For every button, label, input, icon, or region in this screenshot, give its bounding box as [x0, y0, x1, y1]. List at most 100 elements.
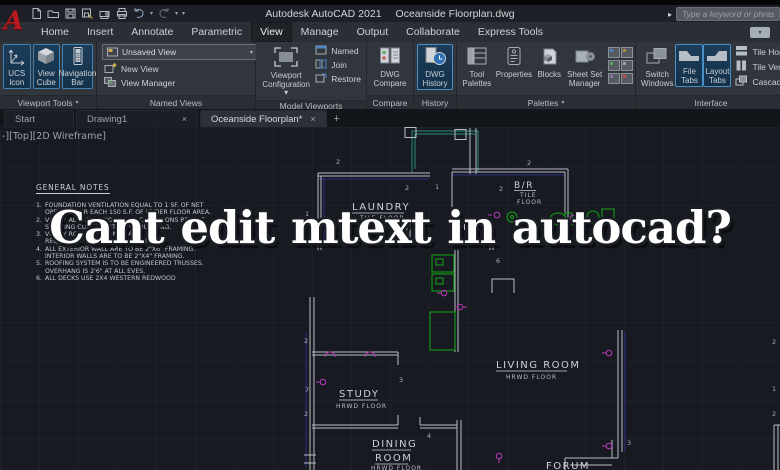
redo-caret-icon[interactable]: ▾ [175, 11, 178, 17]
tab-view[interactable]: View [251, 22, 292, 42]
dwg-history-button[interactable]: DWG History [417, 44, 453, 90]
room-label-living: LIVING ROOM [496, 360, 581, 371]
palette-mini-icon[interactable] [621, 60, 633, 71]
ribbon: UCS Icon View Cube Navigation Bar Viewpo… [0, 42, 780, 109]
close-icon[interactable]: × [182, 114, 187, 124]
blocks-button[interactable]: Blocks [534, 44, 564, 82]
drawing-canvas[interactable]: -][Top][2D Wireframe] [0, 127, 780, 470]
file-tabs-icon [677, 46, 701, 68]
switch-windows-button[interactable]: Switch Windows [639, 44, 675, 90]
tab-parametric[interactable]: Parametric [182, 22, 251, 42]
panel-label-compare[interactable]: Compare [367, 95, 413, 109]
named-viewports-button[interactable]: Named [313, 44, 363, 58]
panel-label-model-viewports[interactable]: Model Viewports [256, 100, 366, 109]
view-dropdown[interactable]: Unsaved View ▾ [102, 44, 258, 60]
file-tab-oceanside-floorplan[interactable]: Oceanside Floorplan* × [200, 110, 327, 127]
tab-express-tools[interactable]: Express Tools [469, 22, 552, 42]
new-file-icon[interactable] [30, 7, 43, 20]
palette-mini-icon[interactable] [608, 60, 620, 71]
panel-label-interface[interactable]: Interface [636, 95, 780, 109]
svg-text:TILE: TILE [519, 192, 537, 199]
svg-text:HRWD FLOOR: HRWD FLOOR [371, 465, 422, 470]
search-arrow-icon[interactable]: ▸ [668, 10, 672, 19]
layout-tabs-button[interactable]: Layout Tabs [703, 44, 731, 87]
svg-text:2: 2 [405, 184, 409, 192]
tool-palettes-icon [466, 46, 488, 71]
room-label-forum: FORUM [546, 461, 590, 470]
tab-home[interactable]: Home [32, 22, 78, 42]
file-tabs-button[interactable]: File Tabs [675, 44, 703, 87]
caret-down-icon: ▾ [75, 99, 78, 106]
dwg-compare-button[interactable]: DWG Compare [370, 44, 410, 90]
undo-caret-icon[interactable]: ▾ [150, 11, 153, 17]
new-view-button[interactable]: New View [102, 62, 161, 76]
save-as-icon[interactable] [81, 7, 94, 20]
ribbon-display-toggle-icon[interactable]: ▾ [750, 27, 770, 38]
note-item: 5.ROOFING SYSTEM IS TO BE ENGINEERED TRU… [36, 260, 316, 275]
ucs-icon-button[interactable]: UCS Icon [3, 44, 31, 89]
svg-text:2: 2 [772, 338, 776, 346]
dwg-history-icon [423, 46, 447, 71]
palette-mini-icon[interactable] [621, 47, 633, 58]
tab-manage[interactable]: Manage [292, 22, 348, 42]
restore-viewports-button[interactable]: Restore [313, 72, 363, 86]
viewport-configuration-button[interactable]: Viewport Configuration ▾ [259, 44, 313, 100]
title-bar: A ▾ ▾ ▾ Autodesk AutoCAD 2021 Oceanside … [0, 5, 780, 22]
properties-button[interactable]: Properties [494, 44, 534, 82]
file-tab-start[interactable]: Start [4, 110, 74, 127]
tool-palettes-button[interactable]: Tool Palettes [460, 44, 494, 90]
panel-label-palettes[interactable]: Palettes▾ [457, 95, 635, 109]
open-file-icon[interactable] [47, 7, 60, 20]
qat-customize-caret-icon[interactable]: ▾ [182, 11, 185, 17]
undo-icon[interactable] [132, 7, 146, 20]
svg-text:2: 2 [304, 410, 308, 418]
join-viewports-button[interactable]: Join [313, 58, 363, 72]
view-cube-button[interactable]: View Cube [33, 44, 61, 89]
tile-vertically-button[interactable]: Tile Vert [735, 59, 780, 74]
panel-label-viewport-tools[interactable]: Viewport Tools▾ [0, 95, 96, 109]
autocad-window: A ▾ ▾ ▾ Autodesk AutoCAD 2021 Oceanside … [0, 0, 780, 470]
help-search-input[interactable] [676, 7, 780, 21]
tile-horizontally-button[interactable]: Tile Hori [735, 44, 780, 59]
palette-mini-icon[interactable] [608, 73, 620, 84]
tab-collaborate[interactable]: Collaborate [397, 22, 469, 42]
room-label-dining: DINING [372, 439, 417, 450]
panel-named-views: Unsaved View ▾ New View View Manager Nam… [97, 42, 256, 109]
quick-access-toolbar: ▾ ▾ ▾ [30, 7, 185, 20]
ucs-axes-icon [6, 46, 28, 70]
tab-output[interactable]: Output [348, 22, 398, 42]
svg-text:2: 2 [527, 159, 531, 167]
save-icon[interactable] [64, 7, 77, 20]
caret-down-icon: ▾ [561, 99, 564, 106]
cascade-button[interactable]: Cascade [735, 74, 780, 89]
redo-icon[interactable] [157, 7, 171, 20]
close-icon[interactable]: × [310, 114, 315, 124]
sheet-set-manager-icon [574, 46, 596, 71]
named-viewport-icon [315, 45, 327, 57]
panel-label-history[interactable]: History [414, 95, 456, 109]
print-icon[interactable] [115, 7, 128, 20]
panel-model-viewports: Viewport Configuration ▾ Named Join Rest… [256, 42, 367, 109]
navigation-bar-button[interactable]: Navigation Bar [62, 44, 93, 89]
tab-annotate[interactable]: Annotate [122, 22, 182, 42]
new-tab-button[interactable]: + [329, 111, 345, 127]
tab-insert[interactable]: Insert [78, 22, 122, 42]
panel-history: DWG History History [414, 42, 457, 109]
document-title: Oceanside Floorplan.dwg [396, 8, 515, 20]
sheet-set-manager-button[interactable]: Sheet Set Manager [564, 44, 605, 90]
navigation-bar-icon [67, 46, 89, 70]
caret-down-icon: ▾ [284, 89, 288, 98]
file-tab-drawing1[interactable]: Drawing1 × [76, 110, 198, 127]
dwg-compare-icon [378, 46, 402, 71]
general-notes-title: GENERAL NOTES [36, 183, 110, 194]
palette-mini-icon[interactable] [608, 47, 620, 58]
ribbon-tab-row: Home Insert Annotate Parametric View Man… [0, 22, 780, 42]
restore-viewport-icon [315, 73, 327, 85]
panel-palettes: Tool Palettes Properties Blocks Sheet Se… [457, 42, 636, 109]
plot-icon[interactable] [98, 7, 111, 20]
view-manager-button[interactable]: View Manager [102, 76, 177, 90]
autocad-logo-icon[interactable]: A [4, 7, 28, 37]
palette-mini-icon[interactable] [621, 73, 633, 84]
panel-label-named-views[interactable]: Named Views [97, 95, 255, 109]
svg-text:2: 2 [304, 337, 308, 345]
